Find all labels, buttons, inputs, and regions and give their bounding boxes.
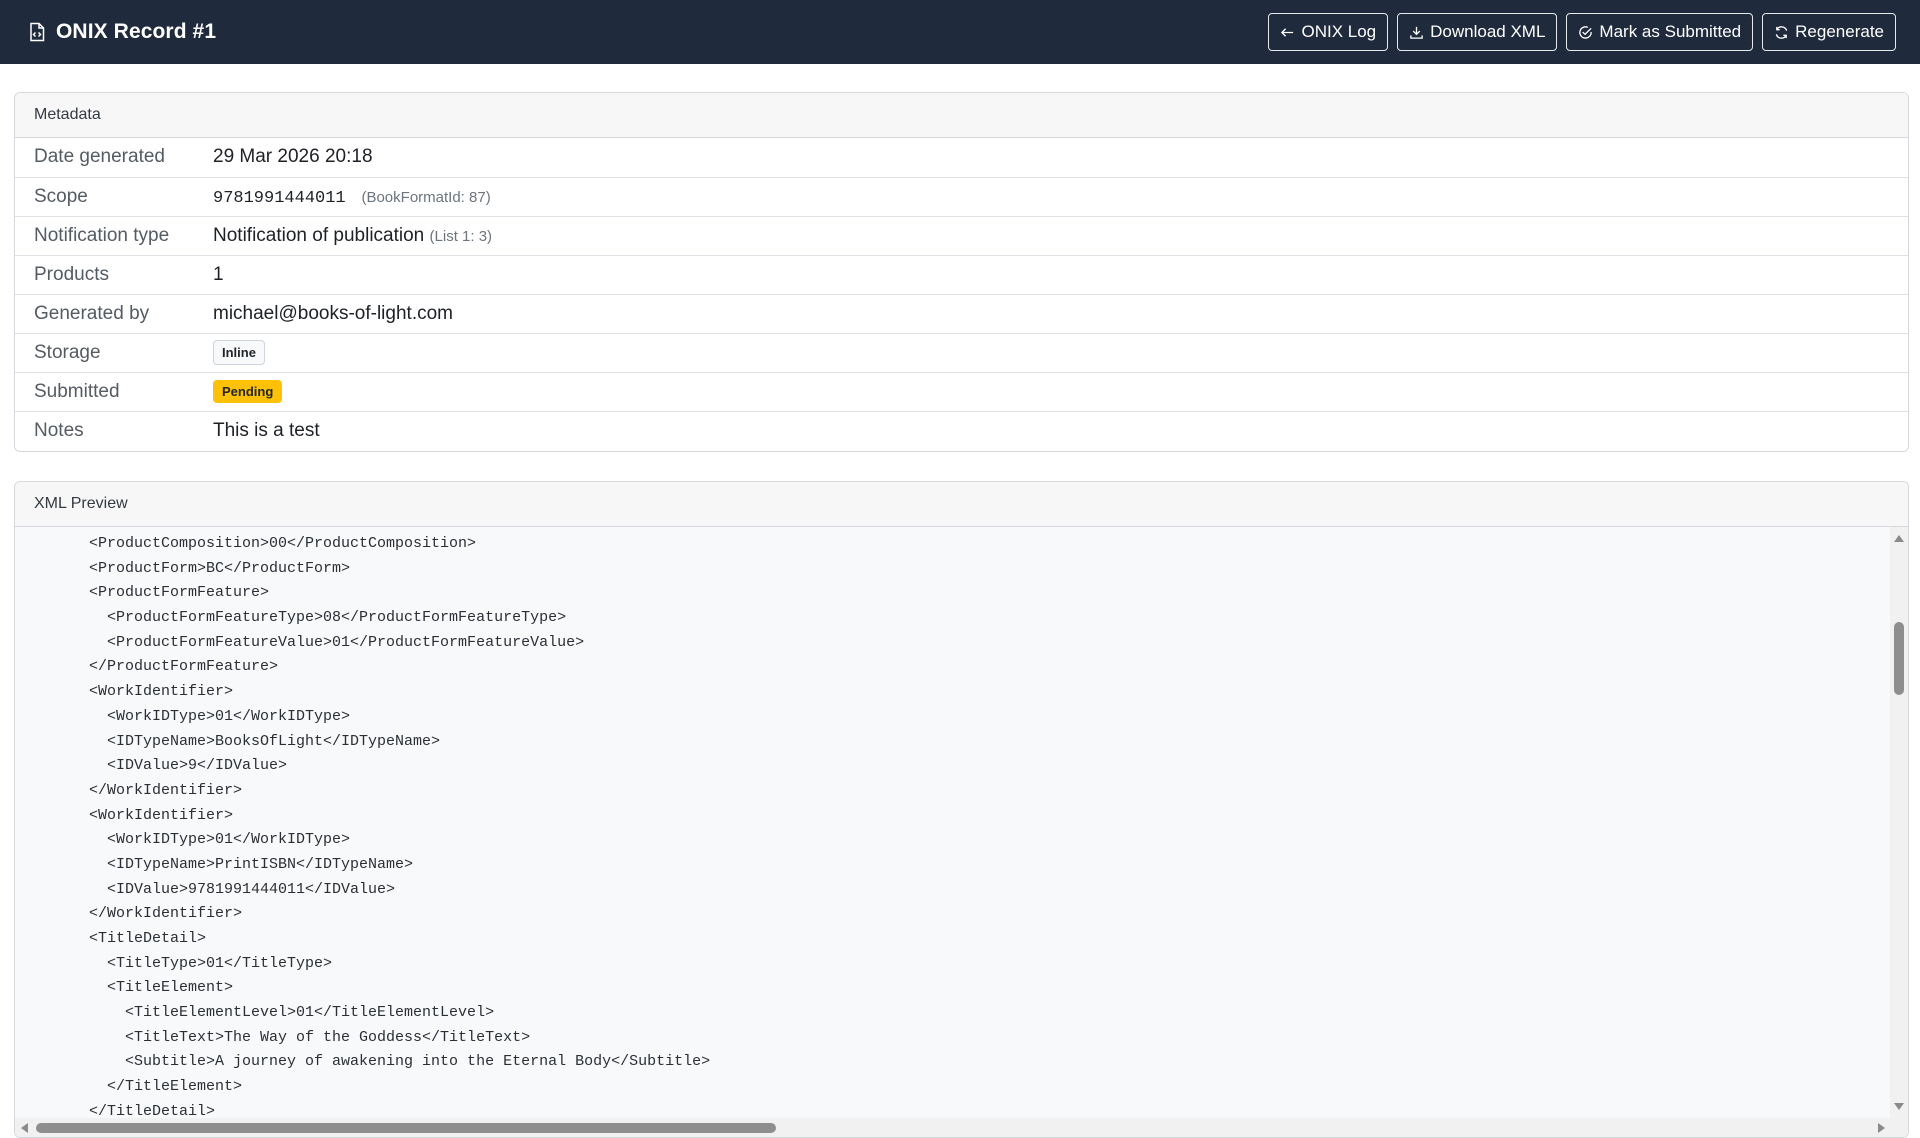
storage-label: Storage	[34, 341, 101, 363]
xml-line: <IDValue>9781991444011</IDValue>	[89, 880, 396, 898]
table-row: Notes This is a test	[15, 411, 1908, 450]
download-xml-button[interactable]: Download XML	[1397, 13, 1558, 51]
vertical-scrollbar[interactable]	[1890, 527, 1908, 1118]
scope-isbn: 9781991444011	[213, 188, 346, 208]
date-generated-value: 29 Mar 2026 20:18	[213, 146, 373, 168]
scrollbar-corner	[1890, 1118, 1908, 1137]
submitted-value: Pending	[213, 372, 1908, 411]
xml-line: <WorkIdentifier>	[89, 806, 234, 824]
xml-line: <ProductFormFeatureValue>01</ProductForm…	[89, 633, 585, 651]
table-row: Storage Inline	[15, 333, 1908, 372]
table-row: Date generated 29 Mar 2026 20:18	[15, 138, 1908, 177]
arrow-left-icon	[1280, 25, 1295, 40]
scope-value: 9781991444011 (BookFormatId: 87)	[213, 177, 1908, 216]
storage-value: Inline	[213, 333, 1908, 372]
xml-line: <TitleText>The Way of the Goddess</Title…	[89, 1028, 531, 1046]
xml-line: <IDValue>9</IDValue>	[89, 757, 288, 775]
onix-log-button[interactable]: ONIX Log	[1268, 13, 1389, 51]
xml-line: <IDTypeName>BooksOfLight</IDTypeName>	[89, 732, 441, 750]
download-icon	[1409, 25, 1424, 40]
xml-line: <WorkIDType>01</WorkIDType>	[89, 707, 351, 725]
download-xml-label: Download XML	[1430, 22, 1546, 41]
notification-type-value: Notification of publication (List 1: 3)	[213, 216, 1908, 255]
table-row: Notification type Notification of public…	[15, 216, 1908, 255]
xml-line: <Subtitle>A journey of awakening into th…	[89, 1053, 711, 1071]
horizontal-scrollbar[interactable]	[15, 1118, 1891, 1137]
table-row: Submitted Pending	[15, 372, 1908, 411]
regenerate-button[interactable]: Regenerate	[1762, 13, 1896, 51]
notes-label: Notes	[34, 419, 84, 441]
xml-line: <TitleDetail>	[89, 930, 207, 947]
metadata-heading: Metadata	[15, 93, 1908, 138]
xml-line: </WorkIdentifier>	[89, 781, 243, 799]
table-row: Scope 9781991444011 (BookFormatId: 87)	[15, 177, 1908, 216]
scope-label: Scope	[34, 185, 88, 207]
xml-line: <TitleElementLevel>01</TitleElementLevel…	[89, 1004, 495, 1022]
xml-code-block[interactable]: <ProductComposition>00</ProductCompositi…	[15, 527, 1891, 1118]
date-generated-label: Date generated	[34, 146, 165, 168]
storage-badge: Inline	[213, 340, 265, 365]
xml-preview-card: XML Preview <ProductComposition>00</Prod…	[14, 481, 1909, 1138]
notes-value: This is a test	[213, 419, 320, 441]
scope-note: (BookFormatId: 87)	[361, 188, 491, 206]
xml-line: <TitleType>01</TitleType>	[89, 954, 333, 972]
status-badge: Pending	[213, 380, 283, 403]
generated-by-value: michael@books-of-light.com	[213, 302, 453, 324]
xml-line: <ProductForm>BC</ProductForm>	[89, 559, 351, 577]
xml-line: <WorkIDType>01</WorkIDType>	[89, 831, 351, 849]
regenerate-label: Regenerate	[1795, 22, 1884, 41]
scroll-right-icon[interactable]	[1878, 1123, 1885, 1133]
generated-by-label: Generated by	[34, 302, 150, 324]
table-row: Generated by michael@books-of-light.com	[15, 294, 1908, 333]
products-value: 1	[213, 263, 224, 285]
table-row: Products 1	[15, 255, 1908, 294]
scroll-up-icon[interactable]	[1894, 535, 1904, 542]
notification-type-label: Notification type	[34, 224, 170, 246]
onix-log-label: ONIX Log	[1301, 22, 1377, 41]
mark-as-submitted-label: Mark as Submitted	[1599, 22, 1742, 41]
page-title: ONIX Record #1	[56, 20, 217, 43]
xml-line: <WorkIdentifier>	[89, 683, 234, 701]
xml-line: </ProductFormFeature>	[89, 658, 279, 676]
products-label: Products	[34, 263, 109, 285]
horizontal-scroll-thumb[interactable]	[36, 1123, 776, 1133]
notification-type-note: (List 1: 3)	[429, 227, 493, 245]
vertical-scroll-thumb[interactable]	[1894, 622, 1904, 695]
metadata-card: Metadata Date generated 29 Mar 2026 20:1…	[14, 92, 1909, 452]
notification-type-text: Notification of publication	[213, 224, 425, 246]
xml-line: <ProductFormFeatureType>08</ProductFormF…	[89, 609, 567, 627]
brand: ONIX Record #1	[28, 20, 216, 44]
xml-line: </TitleDetail>	[89, 1102, 216, 1118]
mark-as-submitted-button[interactable]: Mark as Submitted	[1566, 13, 1754, 51]
xml-line: </TitleElement>	[89, 1078, 243, 1096]
xml-line: <ProductComposition>00</ProductCompositi…	[89, 535, 477, 552]
xml-preview-body: <ProductComposition>00</ProductCompositi…	[15, 527, 1908, 1137]
xml-line: <ProductFormFeature>	[89, 584, 270, 602]
metadata-table: Date generated 29 Mar 2026 20:18 Scope 9…	[15, 138, 1908, 450]
xml-line: <IDTypeName>PrintISBN</IDTypeName>	[89, 855, 414, 873]
refresh-icon	[1774, 25, 1789, 40]
xml-preview-heading: XML Preview	[15, 482, 1908, 527]
top-bar: ONIX Record #1 ONIX Log Download XML Mar…	[0, 0, 1920, 64]
header-actions: ONIX Log Download XML Mark as Submitted …	[1268, 13, 1896, 51]
check-circle-icon	[1578, 25, 1593, 40]
scroll-down-icon[interactable]	[1894, 1103, 1904, 1110]
xml-line: </WorkIdentifier>	[89, 905, 243, 923]
xml-line: <TitleElement>	[89, 979, 234, 997]
submitted-label: Submitted	[34, 380, 120, 402]
file-code-icon	[28, 22, 46, 42]
scroll-left-icon[interactable]	[21, 1123, 28, 1133]
